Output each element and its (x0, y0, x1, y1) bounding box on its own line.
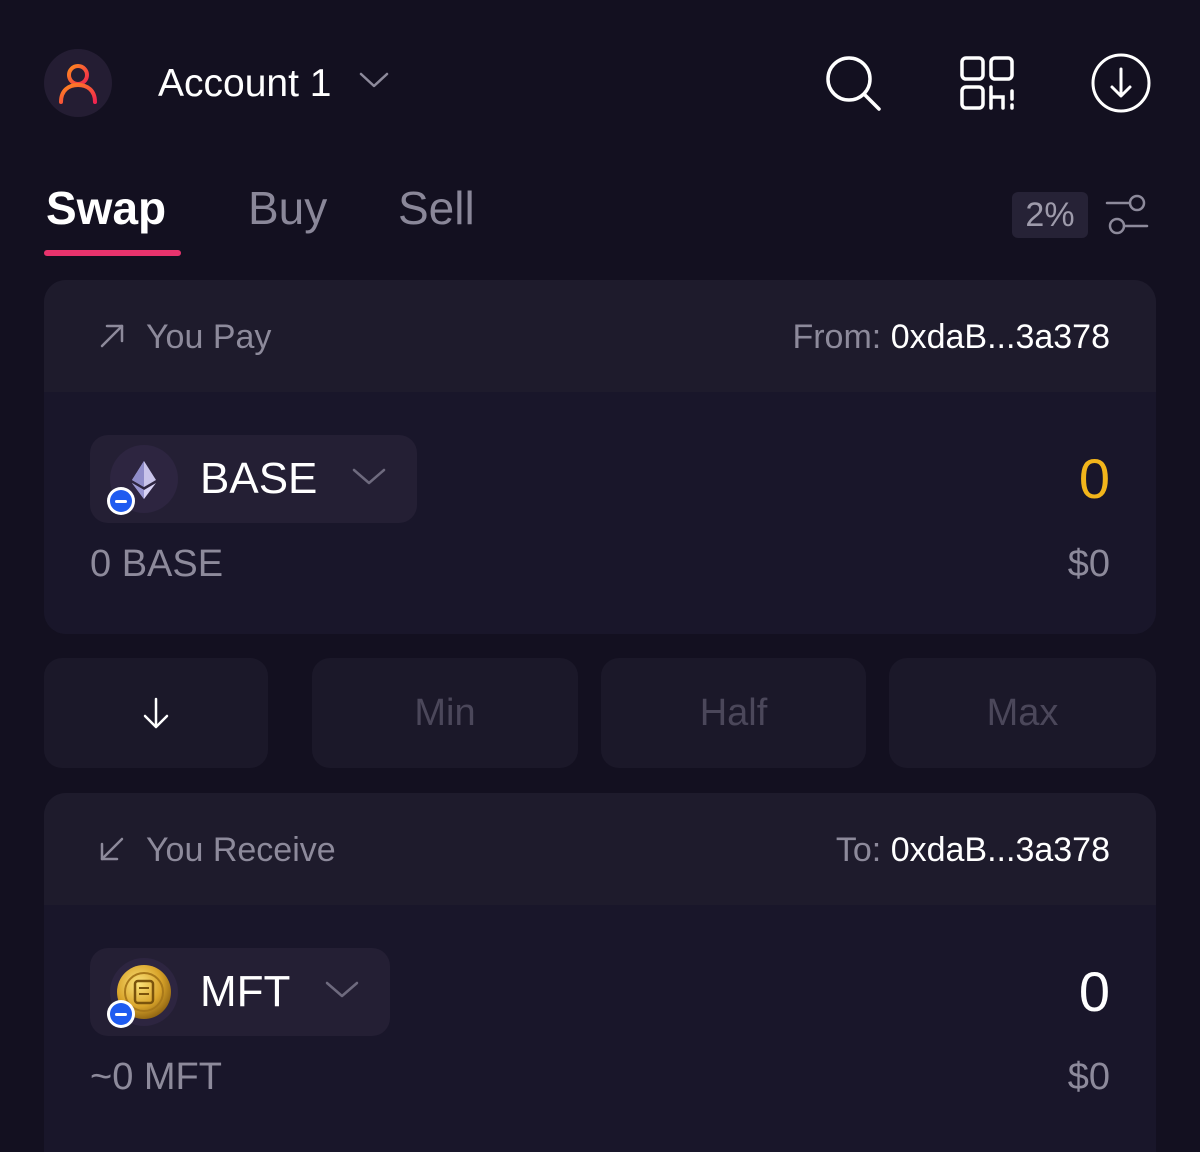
chevron-down-icon (351, 466, 387, 493)
eth-token-icon (107, 445, 178, 515)
from-prefix: From: (792, 318, 882, 356)
arrow-down-left-icon (96, 833, 128, 870)
receive-token-selector[interactable]: MFT (90, 948, 391, 1036)
qr-code-icon[interactable] (956, 52, 1018, 114)
pay-token-symbol: BASE (200, 454, 318, 503)
receive-fiat-value: $0 (1067, 1056, 1110, 1098)
tab-swap[interactable]: Swap (46, 180, 166, 236)
pay-amount-input[interactable]: 0 (1079, 449, 1110, 509)
receive-card-header: You Receive To: 0xdaB...3a378 (44, 793, 1156, 905)
slippage-settings-icon[interactable] (1104, 192, 1150, 243)
account-name[interactable]: Account 1 (158, 60, 331, 108)
to-address-value: 0xdaB...3a378 (890, 831, 1110, 869)
pay-card-body: BASE 0 0 BASE $0 (44, 392, 1156, 634)
arrow-up-right-icon (96, 320, 128, 357)
pay-fiat-value: $0 (1067, 543, 1110, 585)
pay-token-selector[interactable]: BASE (90, 435, 418, 523)
network-badge-icon (107, 1000, 135, 1028)
receive-token-symbol: MFT (200, 967, 291, 1016)
network-badge-icon (107, 487, 135, 515)
chevron-down-icon (324, 979, 360, 1006)
pay-card: You Pay From: 0xdaB...3a378 BASE 0 0 BAS… (44, 280, 1156, 634)
swap-direction-button[interactable] (44, 658, 268, 768)
receive-to-address[interactable]: To: 0xdaB...3a378 (836, 830, 1110, 870)
tab-active-indicator (44, 250, 181, 256)
account-avatar[interactable] (44, 49, 112, 117)
max-amount-button[interactable]: Max (889, 658, 1156, 768)
search-icon[interactable] (822, 52, 884, 114)
receive-card-body: MFT 0 ~0 MFT $0 (44, 905, 1156, 1152)
receive-amount-value: 0 (1078, 960, 1110, 1023)
tab-sell[interactable]: Sell (398, 180, 475, 236)
receive-label: You Receive (146, 831, 336, 869)
half-amount-button[interactable]: Half (601, 658, 866, 768)
pay-from-address[interactable]: From: 0xdaB...3a378 (792, 317, 1110, 357)
min-amount-button[interactable]: Min (312, 658, 578, 768)
to-prefix: To: (835, 831, 882, 869)
download-icon[interactable] (1090, 52, 1152, 114)
receive-card: You Receive To: 0xdaB...3a378 MFT 0 ~0 M… (44, 793, 1156, 1152)
from-address-value: 0xdaB...3a378 (890, 318, 1110, 356)
pay-card-header: You Pay From: 0xdaB...3a378 (44, 280, 1156, 392)
receive-token-balance: ~0 MFT (90, 1056, 222, 1098)
pay-token-balance: 0 BASE (90, 543, 224, 585)
user-icon (59, 64, 97, 104)
slippage-badge[interactable]: 2% (1012, 192, 1088, 238)
arrow-down-icon (143, 697, 169, 729)
pay-label: You Pay (146, 318, 272, 356)
tab-buy[interactable]: Buy (248, 180, 327, 236)
account-chevron-down-icon[interactable] (358, 70, 390, 97)
mft-token-icon (107, 958, 178, 1028)
